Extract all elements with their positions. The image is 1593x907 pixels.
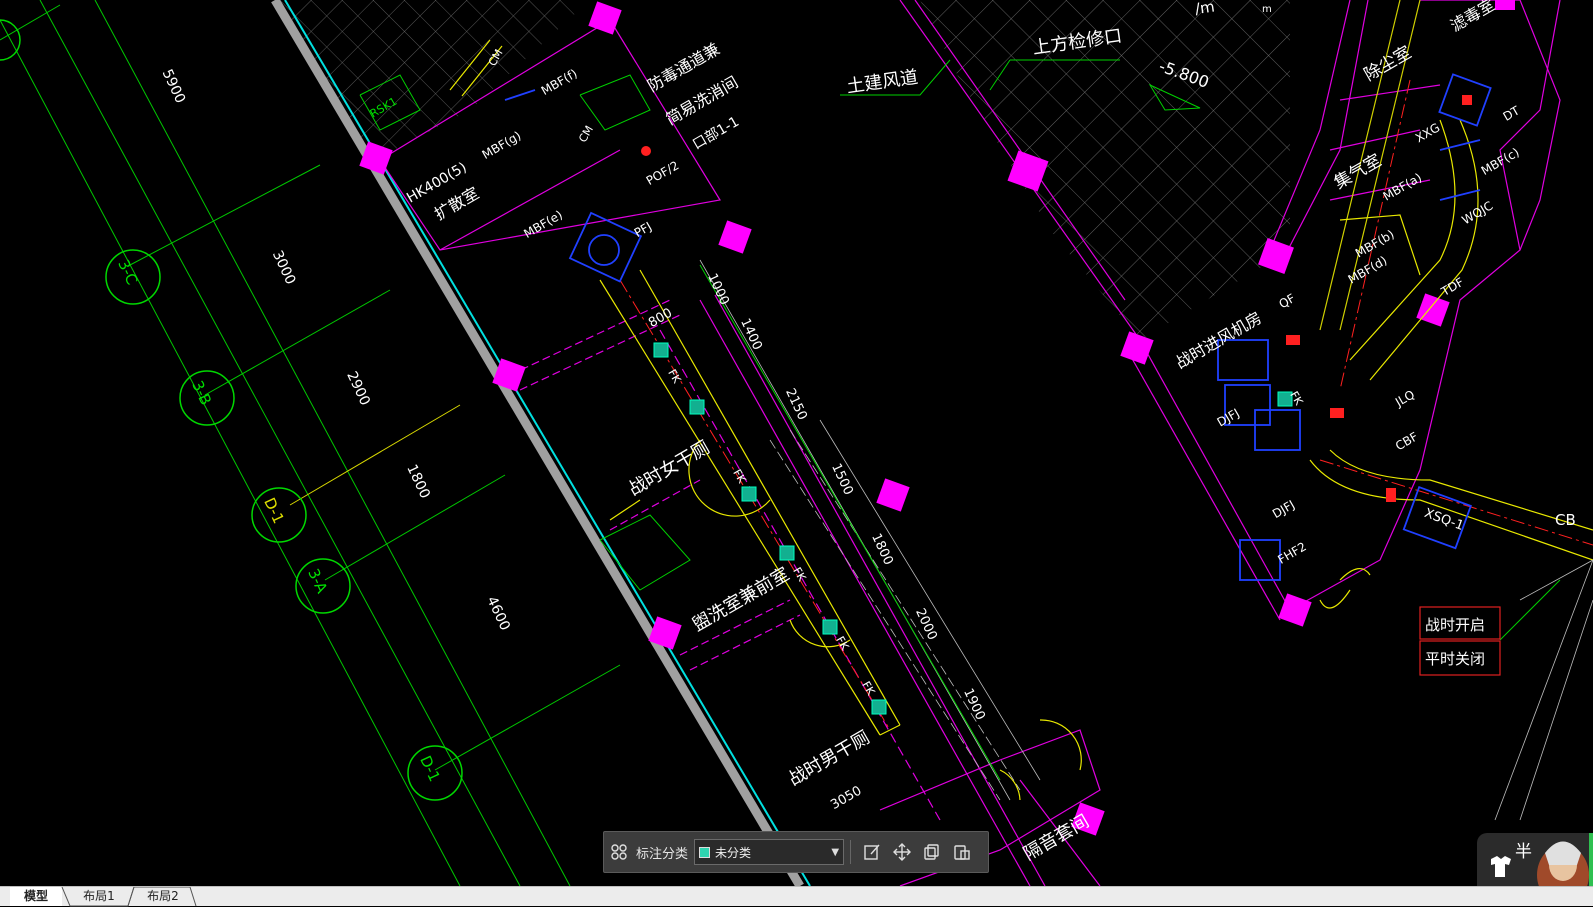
grid-axes-yellow [289,404,461,506]
dim-2900: 2900 [343,369,373,408]
category-swatch [699,846,711,858]
label-pof2: POF/2 [644,158,682,188]
label-gelin: 隔音套间 [1020,811,1093,865]
label-lvdu: 滤毒室 [1447,0,1498,36]
dim-3050: 3050 [828,783,864,813]
paste-icon[interactable] [947,837,977,867]
axis-bubble-d1a: D-1 [260,495,288,527]
label-m2: m [1262,4,1272,15]
label-mbfa: MBF(a) [1381,170,1425,203]
label-top-partial: /m [1194,0,1216,18]
tab-model[interactable]: 模型 [10,887,62,906]
label-nv: 战时女干厕 [625,437,713,500]
label-mbfd: MBF(d) [1346,253,1390,286]
label-mbfb: MBF(b) [1353,227,1397,260]
tab-layout2[interactable]: 布局2 [132,887,194,906]
dim-2150: 2150 [782,386,810,422]
label-mbfe: MBF(e) [521,208,565,241]
label-tujian: 土建风道 [845,67,919,98]
category-label: 标注分类 [636,846,689,862]
dim-1000: 1000 [704,271,732,307]
dim-5900: 5900 [159,67,189,106]
category-selected-value: 未分类 [715,845,752,860]
copy-icon[interactable] [917,837,947,867]
label-djfj2: DJFJ [1270,497,1297,521]
category-grid-icon[interactable] [604,837,634,867]
axis-bubble-d1b: D-1 [416,753,444,785]
label-djfj1: DJFJ [1215,406,1242,430]
label-nan: 战时男干厕 [785,727,873,790]
annotation-toolbar: 标注分类 未分类 ▼ [603,831,989,873]
dim-1400: 1400 [737,316,765,352]
label-fk2: FK [730,467,748,486]
edit-icon[interactable] [857,837,887,867]
label-cbf: CBF [1393,429,1420,453]
label-xxg: XXG [1413,120,1442,145]
label-dt: DT [1501,103,1523,124]
cad-drawing: 5900 3000 2900 1800 4600 3-C 3-B D-1 3-A… [0,0,1593,886]
toolbar-divider [850,840,852,864]
legend-closed: 平时关闭 [1425,650,1485,668]
drawing-canvas[interactable]: 5900 3000 2900 1800 4600 3-C 3-B D-1 3-A… [0,0,1593,886]
layout-tab-bar: 模型 布局1 布局2 [0,886,1593,907]
dim-1800: 1800 [403,462,433,501]
tab-layout1[interactable]: 布局1 [68,887,130,906]
label-pfj: PFJ [632,219,654,240]
label-qf: QF [1276,291,1297,311]
label-xsq: XSQ-1 [1422,506,1465,534]
axis-bubble-3a: 3-A [304,566,331,597]
label-fk1: FK [665,367,683,386]
label-tdf: TDF [1438,275,1466,299]
fk-boxes [653,342,1293,715]
label-jiqi: 集气室 [1331,151,1385,194]
dim-800: 800 [646,306,675,331]
chevron-down-icon: ▼ [831,846,840,858]
label-cm2: CM [576,123,596,144]
dim-3000: 3000 [269,248,299,287]
dim-4600: 4600 [483,594,513,633]
label-cb: CB [1555,511,1576,529]
label-kb: 口部1-1 [690,114,742,153]
label-mbfg: MBF(g) [480,129,524,162]
hatch-area-right [920,0,1290,340]
shirt-icon [1491,856,1511,877]
legend-open: 战时开启 [1425,616,1485,634]
dim-1900: 1900 [960,686,988,722]
move-icon[interactable] [887,837,917,867]
category-dropdown[interactable]: 未分类 ▼ [694,839,845,865]
grid-axes [0,0,621,886]
label-mbff: MBF(f) [539,66,580,98]
label-jlq: JLQ [1392,387,1417,409]
